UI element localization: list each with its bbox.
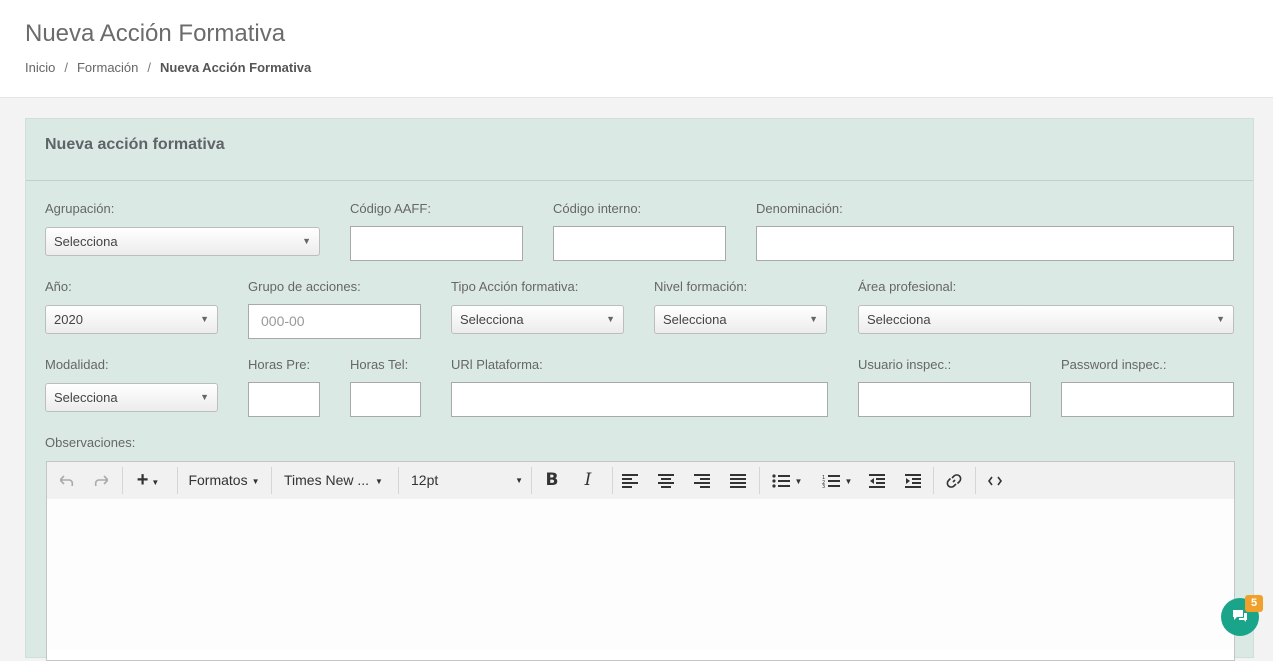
nivel-formacion-value: Selecciona	[663, 312, 727, 327]
italic-icon[interactable]: I	[577, 462, 599, 499]
area-profesional-select[interactable]: Selecciona ▼	[858, 305, 1234, 334]
horas-pre-input[interactable]	[248, 382, 320, 417]
breadcrumb: Inicio / Formación / Nueva Acción Formativa	[25, 60, 311, 75]
modalidad-value: Selecciona	[54, 390, 118, 405]
font-family-dropdown[interactable]: Times New ... ▼	[279, 462, 396, 499]
breadcrumb-separator: /	[64, 60, 68, 75]
align-left-icon[interactable]	[619, 462, 641, 499]
usuario-inspec-input[interactable]	[858, 382, 1031, 417]
chevron-down-icon: ▼	[606, 314, 615, 324]
font-family-value: Times New ...	[284, 472, 370, 488]
toolbar-divider	[612, 467, 613, 494]
bullet-list-icon[interactable]: ▼	[767, 462, 807, 499]
horas-tel-input[interactable]	[350, 382, 421, 417]
font-size-dropdown[interactable]: 12pt ▼	[406, 462, 523, 499]
undo-icon[interactable]	[57, 462, 77, 499]
numbered-list-icon[interactable]: 1 2 3 ▼	[817, 462, 857, 499]
editor-toolbar: + ▼ Formatos ▼ Times New ... ▼ 12pt ▼ B I	[47, 462, 1234, 500]
chevron-down-icon: ▼	[809, 314, 818, 324]
horas-pre-label: Horas Pre:	[248, 357, 311, 372]
breadcrumb-formacion[interactable]: Formación	[77, 60, 138, 75]
tipo-accion-value: Selecciona	[460, 312, 524, 327]
link-icon[interactable]	[943, 462, 965, 499]
nivel-formacion-select[interactable]: Selecciona ▼	[654, 305, 827, 334]
modalidad-label: Modalidad:	[45, 357, 109, 372]
toolbar-divider	[933, 467, 934, 494]
outdent-icon[interactable]	[866, 462, 888, 499]
chat-badge: 5	[1245, 595, 1263, 612]
area-profesional-label: Área profesional:	[858, 279, 957, 294]
area-profesional-value: Selecciona	[867, 312, 931, 327]
font-size-value: 12pt	[411, 472, 439, 488]
codigo-aaff-input[interactable]	[350, 226, 523, 261]
toolbar-divider	[759, 467, 760, 494]
horas-tel-label: Horas Tel:	[350, 357, 409, 372]
panel-title: Nueva acción formativa	[45, 136, 225, 153]
toolbar-divider	[271, 467, 272, 494]
breadcrumb-current: Nueva Acción Formativa	[160, 60, 312, 75]
chevron-down-icon: ▼	[200, 392, 209, 402]
modalidad-select[interactable]: Selecciona ▼	[45, 383, 218, 412]
chevron-down-icon: ▼	[1216, 314, 1225, 324]
agrupacion-select[interactable]: Selecciona ▼	[45, 227, 320, 256]
align-center-icon[interactable]	[655, 462, 677, 499]
code-icon[interactable]	[984, 462, 1006, 499]
form-panel: Nueva acción formativa Agrupación: Selec…	[25, 118, 1254, 661]
toolbar-divider	[177, 467, 178, 494]
anio-value: 2020	[54, 312, 83, 327]
denominacion-label: Denominación:	[756, 201, 843, 216]
codigo-interno-input[interactable]	[553, 226, 726, 261]
url-plataforma-input[interactable]	[451, 382, 828, 417]
rich-text-editor: + ▼ Formatos ▼ Times New ... ▼ 12pt ▼ B I	[46, 461, 1235, 661]
breadcrumb-inicio[interactable]: Inicio	[25, 60, 55, 75]
url-plataforma-label: URl Plataforma:	[451, 357, 543, 372]
editor-content-area[interactable]	[47, 499, 1234, 649]
grupo-acciones-input[interactable]: 000-00	[248, 304, 421, 339]
toolbar-divider	[398, 467, 399, 494]
formats-dropdown[interactable]: Formatos ▼	[185, 462, 263, 499]
password-inspec-label: Password inspec.:	[1061, 357, 1167, 372]
agrupacion-value: Selecciona	[54, 234, 118, 249]
anio-select[interactable]: 2020 ▼	[45, 305, 218, 334]
codigo-aaff-label: Código AAFF:	[350, 201, 431, 216]
page-title: Nueva Acción Formativa	[25, 20, 286, 47]
panel-header: Nueva acción formativa	[26, 119, 1253, 181]
bold-icon[interactable]: B	[541, 462, 563, 499]
breadcrumb-separator: /	[147, 60, 152, 75]
align-right-icon[interactable]	[691, 462, 713, 499]
tipo-accion-label: Tipo Acción formativa:	[451, 279, 579, 294]
align-justify-icon[interactable]	[727, 462, 749, 499]
password-inspec-input[interactable]	[1061, 382, 1234, 417]
grupo-acciones-label: Grupo de acciones:	[248, 279, 361, 294]
insert-icon[interactable]: + ▼	[132, 462, 164, 499]
nivel-formacion-label: Nivel formación:	[654, 279, 748, 294]
indent-icon[interactable]	[902, 462, 924, 499]
toolbar-divider	[975, 467, 976, 494]
svg-text:3: 3	[822, 484, 825, 488]
observaciones-label: Observaciones:	[45, 435, 136, 450]
codigo-interno-label: Código interno:	[553, 201, 642, 216]
toolbar-divider	[531, 467, 532, 494]
toolbar-divider	[122, 467, 123, 494]
redo-icon[interactable]	[91, 462, 111, 499]
denominacion-input[interactable]	[756, 226, 1234, 261]
page-header: Nueva Acción Formativa Inicio / Formación /…	[0, 0, 1273, 98]
chevron-down-icon: ▼	[200, 314, 209, 324]
tipo-accion-select[interactable]: Selecciona ▼	[451, 305, 624, 334]
chevron-down-icon: ▼	[302, 236, 311, 246]
agrupacion-label: Agrupación:	[45, 201, 115, 216]
formats-label: Formatos	[188, 472, 248, 488]
usuario-inspec-label: Usuario inspec.:	[858, 357, 952, 372]
anio-label: Año:	[45, 279, 72, 294]
